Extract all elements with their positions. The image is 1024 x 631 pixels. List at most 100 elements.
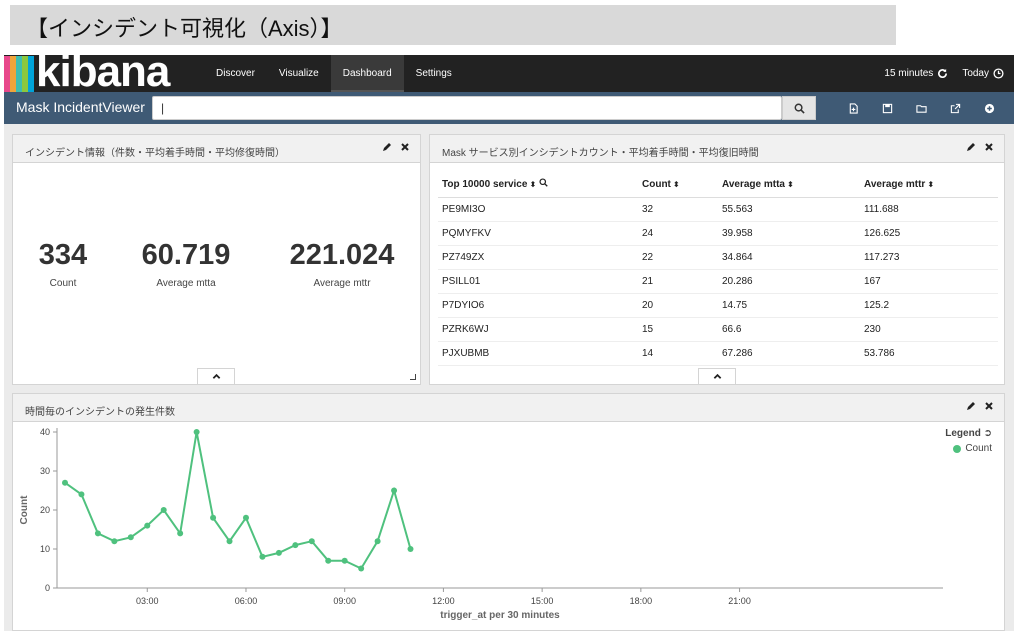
main-nav: Discover Visualize Dashboard Settings — [204, 55, 464, 92]
edit-pencil-icon[interactable] — [382, 142, 392, 152]
slide-title: 【インシデント可視化（Axis）】 — [10, 5, 896, 45]
y-tick-label: 20 — [40, 505, 50, 515]
service-table-panel: Mask サービス別インシデントカウント・平均着手時間・平均復旧時間 Top 1… — [429, 134, 1005, 385]
data-point — [341, 557, 348, 564]
folder-open-icon — [915, 104, 927, 113]
share-button[interactable] — [938, 103, 972, 114]
x-tick-label: 03:00 — [136, 596, 159, 606]
table-row[interactable]: PZ749ZX 22 34.864 117.273 — [438, 245, 998, 270]
y-tick-label: 40 — [40, 427, 50, 437]
table-cell: 66.6 — [718, 317, 860, 342]
close-icon[interactable] — [984, 142, 994, 152]
metric-average-mtta: 60.719 Average mtta — [131, 239, 241, 289]
resize-handle[interactable] — [410, 374, 416, 380]
kibana-logo[interactable]: kibana — [4, 47, 200, 96]
top-navbar: kibana Discover Visualize Dashboard Setting… — [4, 47, 1014, 96]
plus-circle-icon — [984, 103, 994, 113]
legend-item[interactable]: Count — [945, 443, 992, 454]
panel-title: Mask サービス別インシデントカウント・平均着手時間・平均復旧時間 — [442, 148, 759, 159]
data-point — [94, 530, 101, 537]
search-icon[interactable] — [539, 178, 548, 187]
column-header-mtta[interactable]: Average mtta ⬍ — [718, 171, 860, 198]
table-cell: 32 — [638, 197, 718, 222]
logo-color-bars — [4, 56, 34, 92]
column-header-mttr[interactable]: Average mttr ⬍ — [860, 171, 998, 198]
column-header-count[interactable]: Count ⬍ — [638, 171, 718, 198]
query-input[interactable]: | — [152, 96, 782, 120]
y-tick-label: 30 — [40, 466, 50, 476]
table-cell: PQMYFKV — [438, 221, 638, 246]
data-point — [144, 522, 151, 529]
time-range-button[interactable]: 15 minutes — [884, 68, 948, 79]
table-cell: PZ749ZX — [438, 245, 638, 270]
save-icon — [882, 103, 892, 113]
table-row[interactable]: PQMYFKV 24 39.958 126.625 — [438, 221, 998, 246]
panel-header: インシデント情報（件数・平均着手時間・平均修復時間） — [13, 135, 420, 163]
panel-header: 時間毎のインシデントの発生件数 — [13, 394, 1004, 422]
table-cell: 34.864 — [718, 245, 860, 270]
dashboard-canvas: インシデント情報（件数・平均着手時間・平均修復時間） 334 Count 60.… — [4, 124, 1014, 631]
table-cell: 125.2 — [860, 293, 998, 318]
sort-icon: ⬍ — [927, 179, 935, 189]
table-row[interactable]: PSILL01 21 20.286 167 — [438, 269, 998, 294]
metric-value: 221.024 — [289, 239, 395, 271]
table-row[interactable]: PE9MI3O 32 55.563 111.688 — [438, 197, 998, 222]
table-row[interactable]: PZRK6WJ 15 66.6 230 — [438, 317, 998, 342]
add-panel-button[interactable] — [972, 103, 1006, 114]
save-button[interactable] — [870, 103, 904, 114]
data-point — [193, 429, 200, 435]
open-button[interactable] — [904, 103, 938, 114]
metric-label: Count — [49, 278, 77, 289]
y-tick-label: 10 — [40, 544, 50, 554]
data-point — [358, 565, 365, 572]
column-header-service[interactable]: Top 10000 service ⬍ — [438, 171, 638, 198]
data-point — [177, 530, 184, 537]
edit-pencil-icon[interactable] — [966, 401, 976, 411]
edit-pencil-icon[interactable] — [966, 142, 976, 152]
dashboard-toolbar: Mask IncidentViewer | — [4, 92, 1014, 124]
table-cell: 24 — [638, 221, 718, 246]
new-dashboard-button[interactable] — [836, 102, 870, 114]
today-button[interactable]: Today — [962, 68, 1004, 79]
table-cell: PJXUBMB — [438, 341, 638, 366]
close-icon[interactable] — [400, 142, 410, 152]
nav-item-visualize[interactable]: Visualize — [267, 55, 331, 92]
table-cell: 126.625 — [860, 221, 998, 246]
nav-item-settings[interactable]: Settings — [404, 55, 464, 92]
nav-item-discover[interactable]: Discover — [204, 55, 267, 92]
legend-swatch — [953, 444, 962, 453]
sort-icon: ⬍ — [529, 180, 537, 189]
logo-color-bar — [28, 56, 34, 92]
table-cell: 20.286 — [718, 269, 860, 294]
legend-toggle-icon: ➲ — [983, 428, 992, 439]
nav-item-dashboard[interactable]: Dashboard — [330, 55, 404, 92]
collapse-button[interactable] — [197, 368, 235, 384]
table-cell: 167 — [860, 269, 998, 294]
data-point — [210, 514, 217, 521]
panel-title: 時間毎のインシデントの発生件数 — [25, 407, 175, 418]
search-button[interactable] — [782, 96, 816, 120]
line-chart: 0 10 20 30 40 03:00 06:00 09:00 12:00 15:00 18:00 2… — [19, 427, 943, 621]
logo-text: kibana — [36, 47, 170, 96]
data-point — [325, 557, 332, 564]
panel-title: インシデント情報（件数・平均着手時間・平均修復時間） — [25, 148, 285, 159]
dashboard-name: Mask IncidentViewer — [16, 99, 145, 115]
data-point — [127, 534, 134, 541]
sort-icon: ⬍ — [787, 179, 794, 189]
table-row[interactable]: P7DYIO6 20 14.75 125.2 — [438, 293, 998, 318]
close-icon[interactable] — [984, 401, 994, 411]
table-cell: 15 — [638, 317, 718, 342]
metric-average-mttr: 221.024 Average mttr — [277, 239, 407, 289]
table-cell: 39.958 — [718, 221, 860, 246]
y-tick-label: 0 — [45, 583, 50, 593]
table-cell: 14 — [638, 341, 718, 366]
table-row[interactable]: PJXUBMB 14 67.286 53.786 — [438, 341, 998, 366]
x-tick-label: 18:00 — [630, 596, 653, 606]
table-cell: 55.563 — [718, 197, 860, 222]
collapse-button[interactable] — [698, 368, 736, 384]
legend-title-button[interactable]: Legend ➲ — [945, 428, 992, 439]
y-axis-title: Count — [19, 495, 30, 525]
table-cell: 53.786 — [860, 341, 998, 366]
table-header-row: Top 10000 service ⬍ Count ⬍ Average mtta ⬍ … — [438, 171, 998, 198]
data-point — [275, 549, 282, 556]
